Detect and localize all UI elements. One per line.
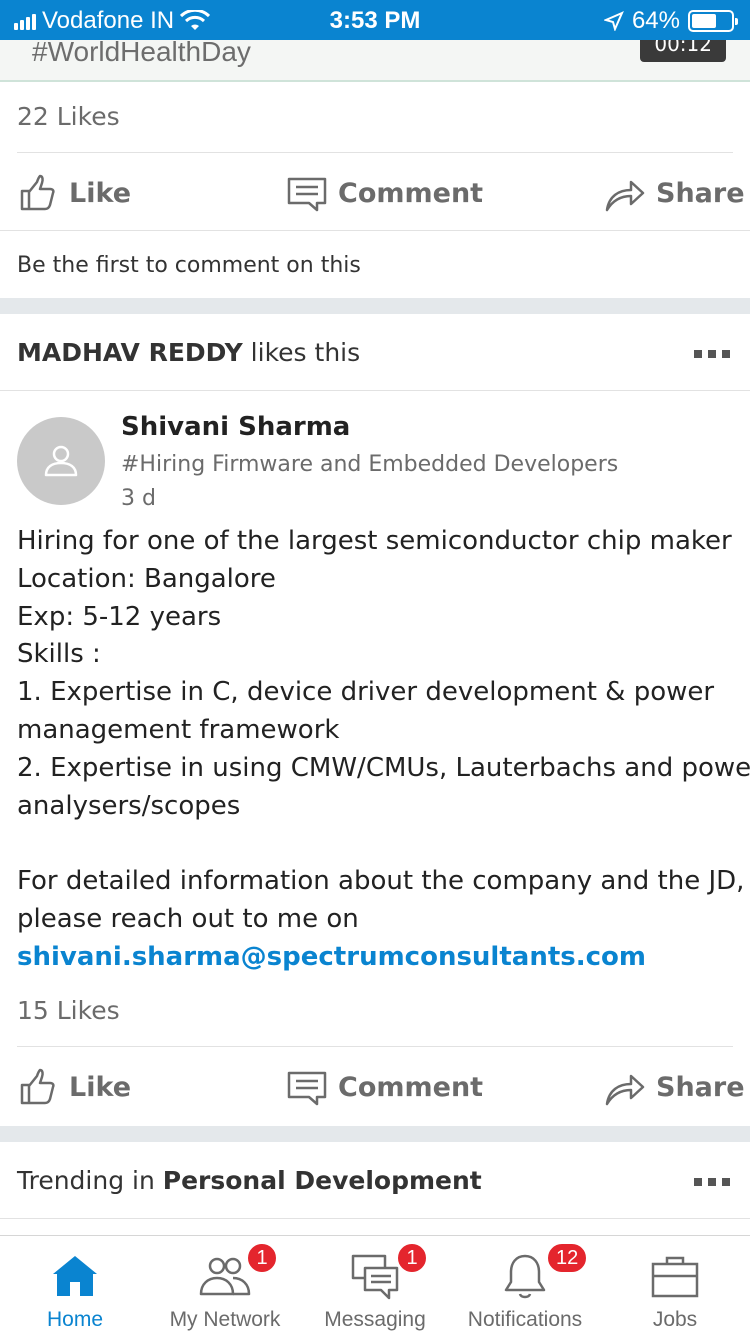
post-body-line: Location: Bangalore: [17, 563, 276, 594]
trending-prefix: Trending in: [17, 1166, 163, 1195]
tab-label: My Network: [169, 1308, 281, 1331]
notification-badge: 1: [396, 1242, 428, 1274]
trending-header[interactable]: Trending in Personal Development: [17, 1166, 482, 1195]
post-body-blank-line: [17, 825, 737, 863]
comment-label: Comment: [338, 177, 484, 209]
tab-label: Home: [46, 1308, 104, 1331]
divider: [0, 230, 750, 231]
previous-post-actions: Like Comment Share: [0, 158, 750, 228]
video-hashtag: #WorldHealthDay: [32, 40, 251, 67]
divider: [17, 152, 733, 153]
like-icon: [20, 174, 55, 211]
post-body-line: management framework: [17, 714, 340, 745]
like-label: Like: [69, 177, 132, 209]
like-label: Like: [69, 1071, 132, 1103]
feed-separator: [0, 1126, 750, 1142]
tab-label: Jobs: [652, 1308, 698, 1331]
previous-post-video[interactable]: #WorldHealthDay 00:12: [0, 40, 750, 82]
network-icon: [199, 1257, 251, 1296]
post-body-line: Skills :: [17, 639, 101, 670]
more-options-icon[interactable]: [694, 350, 730, 358]
social-context[interactable]: MADHAV REDDY likes this: [17, 338, 360, 367]
previous-post-likes[interactable]: 22 Likes: [17, 102, 120, 131]
author-headline: #Hiring Firmware and Embedded Developers: [121, 452, 619, 477]
author-name[interactable]: Shivani Sharma: [121, 412, 350, 442]
share-button[interactable]: Share: [604, 1052, 745, 1122]
tab-notifications[interactable]: Notifications 12: [450, 1236, 600, 1334]
post-body-line: Hiring for one of the largest semiconduc…: [17, 526, 732, 556]
post-actions: Like Comment Share: [0, 1052, 750, 1122]
notification-badge: 1: [246, 1242, 278, 1274]
post-body: Hiring for one of the largest semiconduc…: [17, 523, 750, 977]
more-options-icon[interactable]: [694, 1178, 730, 1186]
tab-label: Notifications: [467, 1308, 583, 1331]
share-icon: [605, 180, 645, 212]
trending-topic[interactable]: Personal Development: [163, 1166, 482, 1195]
like-button[interactable]: Like: [17, 158, 131, 228]
notification-badge: 12: [546, 1242, 589, 1274]
comment-button[interactable]: Comment: [286, 1052, 483, 1122]
email-link[interactable]: shivani.sharma@spectrumconsultants.com: [17, 939, 737, 977]
share-button[interactable]: Share: [604, 158, 745, 228]
divider: [0, 390, 750, 391]
post-time: 3 d: [121, 486, 156, 511]
comment-prompt[interactable]: Be the first to comment on this: [17, 253, 361, 278]
post-body-line: please reach out to me on: [17, 903, 359, 934]
post-body-line: For detailed information about the compa…: [17, 866, 745, 897]
comment-icon: [287, 177, 327, 212]
bell-icon: [504, 1254, 546, 1299]
tab-jobs[interactable]: Jobs: [600, 1236, 750, 1334]
person-placeholder-icon: [44, 445, 78, 477]
divider: [0, 1218, 750, 1219]
social-action: likes this: [242, 338, 361, 367]
location-arrow-icon: [603, 11, 624, 31]
tab-label: Messaging: [324, 1308, 426, 1331]
divider: [17, 1046, 733, 1047]
author-avatar[interactable]: [17, 417, 105, 505]
battery-percent: 64%: [631, 7, 680, 34]
social-actor[interactable]: MADHAV REDDY: [17, 338, 243, 367]
battery-icon: [688, 10, 738, 32]
comment-button[interactable]: Comment: [286, 158, 483, 228]
home-icon: [53, 1256, 97, 1296]
comment-label: Comment: [338, 1071, 484, 1103]
bottom-tab-bar: Home My Network 1 Messaging 1 Notificati…: [0, 1235, 750, 1334]
post-body-line: 2. Expertise in using CMW/CMUs, Lauterba…: [17, 752, 750, 783]
tab-messaging[interactable]: Messaging 1: [300, 1236, 450, 1334]
post-body-line: 1. Expertise in C, device driver develop…: [17, 677, 715, 708]
post-body-line: Exp: 5-12 years: [17, 601, 222, 632]
feed-separator: [0, 298, 750, 314]
like-button[interactable]: Like: [17, 1052, 131, 1122]
post-body-line: analysers/scopes: [17, 790, 241, 821]
comment-icon: [287, 1071, 327, 1106]
tab-home[interactable]: Home: [0, 1236, 150, 1334]
share-label: Share: [656, 177, 745, 209]
like-icon: [20, 1068, 55, 1105]
share-icon: [605, 1074, 645, 1106]
share-label: Share: [656, 1071, 745, 1103]
post-likes[interactable]: 15 Likes: [17, 996, 120, 1025]
status-bar: Vodafone IN 3:53 PM 64%: [0, 0, 750, 40]
tab-my-network[interactable]: My Network 1: [150, 1236, 300, 1334]
briefcase-icon: [651, 1256, 699, 1298]
video-duration: 00:12: [640, 40, 726, 62]
messaging-icon: [351, 1254, 399, 1300]
